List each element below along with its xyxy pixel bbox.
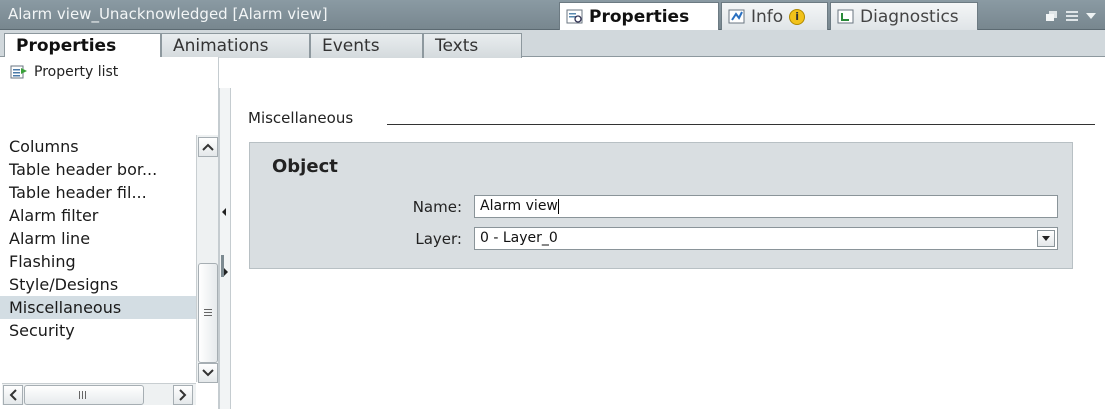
- nav-item-style-designs[interactable]: Style/Designs: [0, 273, 196, 296]
- tab-properties-sub[interactable]: Properties: [4, 33, 161, 59]
- layer-label: Layer:: [415, 230, 462, 248]
- warning-icon: i: [789, 8, 806, 25]
- property-nav-list: Columns Table header bor... Table header…: [0, 135, 196, 342]
- property-list-label: Property list: [34, 64, 119, 80]
- group-title: Object: [272, 156, 338, 177]
- name-field[interactable]: Alarm view: [474, 195, 1058, 218]
- scroll-thumb-horizontal[interactable]: [24, 385, 144, 405]
- tab-texts[interactable]: Texts: [423, 33, 522, 58]
- diagnostics-icon: [837, 9, 855, 25]
- nav-item-alarm-filter[interactable]: Alarm filter: [0, 204, 196, 227]
- tab-animations[interactable]: Animations: [161, 33, 310, 58]
- tab-label: Diagnostics: [860, 6, 959, 27]
- properties-icon: [566, 9, 584, 25]
- title-bar: Alarm view_Unacknowledged [Alarm view] P…: [0, 0, 1105, 30]
- section-title: Miscellaneous: [248, 109, 354, 127]
- name-value: Alarm view: [480, 198, 558, 214]
- menu-lines-icon[interactable]: [1065, 8, 1079, 21]
- tab-label: Properties: [589, 6, 690, 27]
- nav-item-security[interactable]: Security: [0, 319, 196, 342]
- tab-label: Info: [751, 6, 784, 27]
- pane-splitter[interactable]: [219, 88, 231, 409]
- layer-value: 0 - Layer_0: [480, 230, 558, 246]
- nav-item-miscellaneous[interactable]: Miscellaneous: [0, 296, 196, 319]
- window-controls: [1045, 8, 1097, 21]
- tab-properties[interactable]: Properties: [559, 2, 719, 30]
- object-group: Object Name: Alarm view Layer: 0 - Layer…: [249, 142, 1073, 269]
- tab-info[interactable]: Info i: [721, 2, 828, 30]
- scroll-left-button[interactable]: [3, 385, 23, 405]
- layer-select[interactable]: 0 - Layer_0: [474, 227, 1058, 250]
- nav-item-flashing[interactable]: Flashing: [0, 250, 196, 273]
- tab-diagnostics[interactable]: Diagnostics: [830, 2, 978, 30]
- nav-item-table-header-border[interactable]: Table header bor...: [0, 158, 196, 181]
- nav-item-table-header-fill[interactable]: Table header fil...: [0, 181, 196, 204]
- scroll-right-button[interactable]: [173, 385, 193, 405]
- scroll-thumb[interactable]: [198, 263, 218, 363]
- nav-vertical-scrollbar[interactable]: [196, 135, 218, 383]
- nav-item-columns[interactable]: Columns: [0, 135, 196, 158]
- chevron-down-icon[interactable]: [1085, 8, 1097, 20]
- info-icon: [728, 9, 746, 25]
- restore-icon[interactable]: [1045, 8, 1059, 21]
- name-label: Name:: [412, 198, 462, 216]
- scroll-up-button[interactable]: [198, 137, 218, 157]
- text-cursor: [557, 198, 559, 214]
- section-divider: [387, 124, 1095, 125]
- scroll-down-button[interactable]: [198, 363, 218, 383]
- tab-events[interactable]: Events: [310, 33, 423, 58]
- window-title: Alarm view_Unacknowledged [Alarm view]: [8, 5, 328, 23]
- nav-horizontal-scrollbar[interactable]: [2, 383, 196, 405]
- property-list-header[interactable]: Property list: [10, 64, 118, 80]
- nav-item-alarm-line[interactable]: Alarm line: [0, 227, 196, 250]
- dropdown-arrow-icon[interactable]: [1037, 230, 1055, 247]
- subtab-bar: Properties Animations Events Texts: [0, 30, 1105, 59]
- property-list-icon: [10, 64, 28, 80]
